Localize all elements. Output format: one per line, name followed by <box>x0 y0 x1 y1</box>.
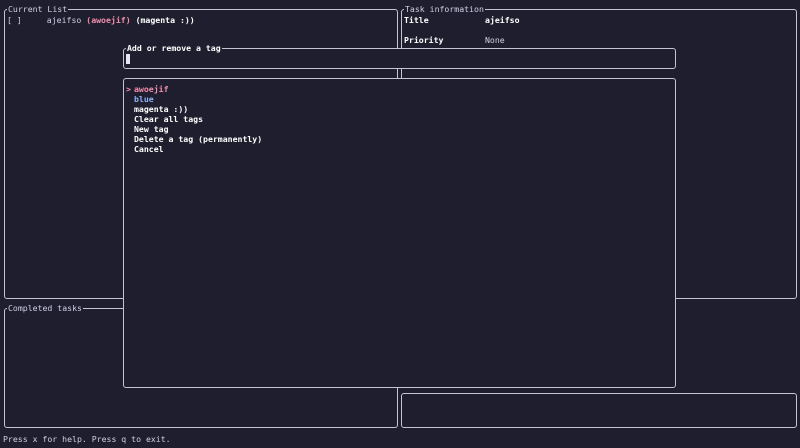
task-tag-secondary: (magenta :)) <box>135 15 195 25</box>
tag-option-awoejif[interactable]: awoejif <box>134 84 169 94</box>
completed-tasks-title: Completed tasks <box>7 303 83 313</box>
task-row[interactable]: [ ] ajeifso (awoejif) (magenta :)) <box>7 15 195 25</box>
tag-input-panel[interactable]: Add or remove a tag <box>123 43 676 69</box>
new-tag-option[interactable]: New tag <box>134 124 169 134</box>
task-info-title-label: Title <box>404 15 429 25</box>
task-name: ajeifso <box>46 15 82 25</box>
tag-option-blue[interactable]: blue <box>134 94 154 104</box>
status-bar: Press x for help. Press q to exit. <box>3 434 171 444</box>
task-tags-close: ) <box>125 15 131 25</box>
task-tag-primary: awoejif <box>91 15 126 25</box>
text-cursor <box>126 54 130 64</box>
task-checkbox[interactable]: [ ] <box>7 15 22 25</box>
task-info-title: Task information <box>404 4 485 14</box>
current-list-title: Current List <box>7 4 69 14</box>
selection-pointer-icon: > <box>126 84 131 94</box>
delete-tag-option[interactable]: Delete a tag (permanently) <box>134 134 262 144</box>
task-detail-lower-panel <box>401 393 797 428</box>
tag-option-magenta[interactable]: magenta :)) <box>134 104 188 114</box>
task-info-title-value: ajeifso <box>485 15 520 25</box>
clear-all-tags-option[interactable]: Clear all tags <box>134 114 203 124</box>
tag-input-title: Add or remove a tag <box>126 43 222 53</box>
cancel-option[interactable]: Cancel <box>134 144 164 154</box>
task-info-priority-value: None <box>485 35 505 45</box>
task-info-priority-label: Priority <box>404 35 444 45</box>
tag-options-panel: > awoejif blue magenta :)) Clear all tag… <box>123 78 676 388</box>
